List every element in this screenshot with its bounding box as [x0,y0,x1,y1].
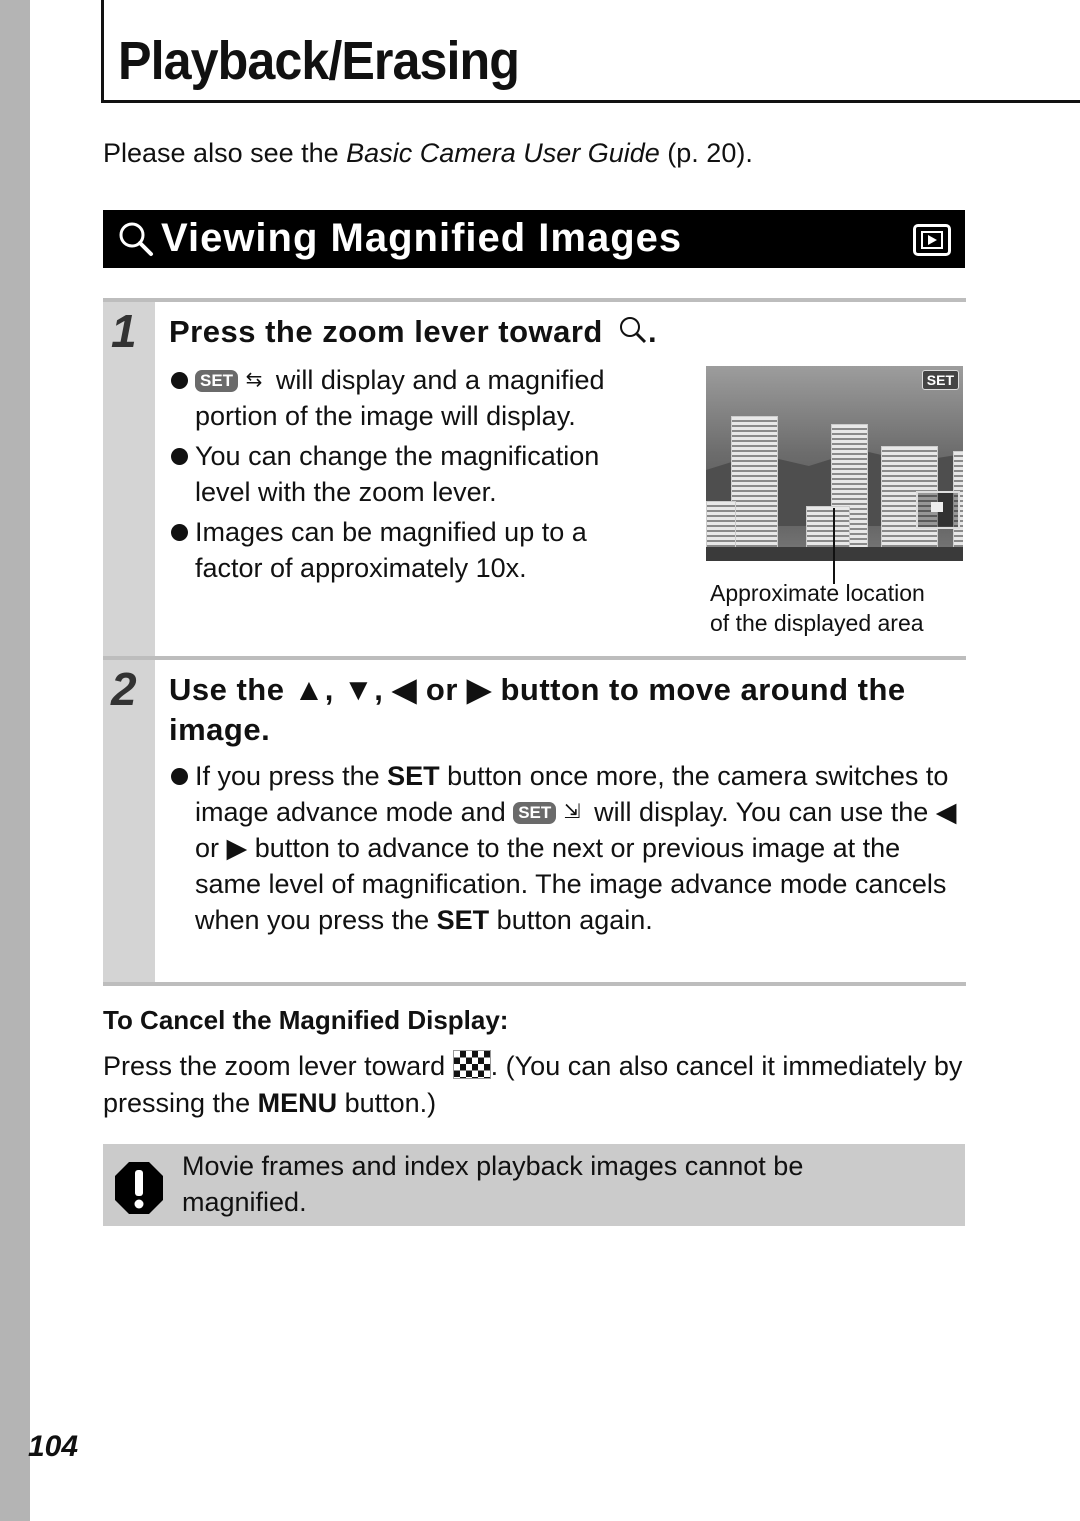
bullet-dot [171,448,188,465]
playback-mode-icon [913,224,951,256]
magnify-scroll-icon: ⇆ [245,369,263,391]
right-arrow-icon: ▶ [226,833,248,863]
bullet-dot [171,524,188,541]
bullet-text: Images can be magnified up to a factor o… [195,517,587,583]
set-button-label: SET [387,761,440,791]
intro-text: Please also see the Basic Camera User Gu… [103,138,753,169]
cancel-paragraph: Press the zoom lever toward . (You can a… [103,1048,963,1122]
caution-icon [115,1162,163,1214]
bullet-text: or [195,833,227,863]
index-playback-icon [452,1050,491,1079]
bullet-item: You can change the magnification level w… [169,438,639,510]
bullet-dot [171,768,188,785]
set-button-label: SET [436,905,490,935]
display-area-indicator [916,491,960,529]
page-title: Playback/Erasing [118,31,520,91]
step-2-bullets: If you press the SET button once more, t… [169,758,959,942]
step-heading: Use the ▲, ▼, ◀ or ▶ button to move arou… [169,670,959,750]
down-arrow-icon: ▼ [343,672,375,707]
set-badge-icon: SET [921,370,959,390]
set-badge-icon: SET [195,370,239,392]
page-edge-tab [0,0,30,1521]
caption-line: of the displayed area [710,610,924,636]
heading-text: Use the [169,672,294,707]
set-badge-icon: SET [513,802,557,824]
step-1-bullets: SET ⇆ will display and a magnified porti… [169,362,639,590]
heading-text: or [416,672,468,707]
heading-text: , [324,672,344,707]
right-arrow-icon: ▶ [467,672,492,707]
left-arrow-icon: ◀ [392,672,417,707]
caption-leader-line [833,508,835,584]
bullet-text: button again. [489,905,653,935]
left-arrow-icon: ◀ [935,797,957,827]
cancel-text: button.) [337,1088,437,1118]
caption-line: Approximate location [710,580,925,606]
bullet-item: SET ⇆ will display and a magnified porti… [169,362,639,434]
image-advance-icon: ⇲ [563,801,581,823]
up-arrow-icon: ▲ [293,672,325,707]
step-number: 2 [111,663,137,715]
intro-suffix: (p. 20). [659,138,753,168]
guide-reference-link[interactable]: Basic Camera User Guide [346,138,660,168]
step-number: 1 [111,305,137,357]
building [731,416,778,558]
cancel-heading: To Cancel the Magnified Display: [103,1005,509,1035]
heading-period: . [648,314,658,349]
bullet-text: will display. You can use the [586,797,936,827]
bullet-text: If you press the [195,761,388,791]
step-2: 2 Use the ▲, ▼, ◀ or ▶ button to move ar… [103,656,966,986]
step-heading: Press the zoom lever toward . [169,312,657,352]
section-title: Viewing Magnified Images [161,216,683,260]
magnify-icon [620,317,647,344]
page-number: 104 [28,1430,79,1463]
caution-note: Movie frames and index playback images c… [103,1144,965,1226]
magnify-icon [119,222,153,256]
menu-button-label: MENU [257,1088,338,1118]
intro-prefix: Please also see the [103,138,347,168]
section-header: Viewing Magnified Images [103,210,965,268]
bullet-item: If you press the SET button once more, t… [169,758,959,938]
heading-text: , [374,672,393,707]
step-heading-text: Press the zoom lever toward [169,314,603,349]
cancel-text: Press the zoom lever toward [103,1051,453,1081]
caution-text: Movie frames and index playback images c… [182,1151,804,1217]
figure-caption: Approximate location of the displayed ar… [710,578,925,638]
bullet-item: Images can be magnified up to a factor o… [169,514,639,586]
bullet-text: You can change the magnification level w… [195,441,600,507]
bullet-dot [171,372,188,389]
